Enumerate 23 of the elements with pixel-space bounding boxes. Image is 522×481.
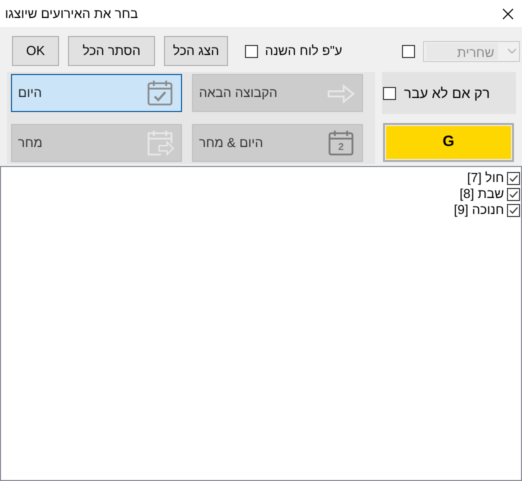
checkbox[interactable] [402, 44, 416, 58]
event-label: חנוכה [9] [454, 201, 504, 220]
chevron-down-icon [507, 48, 518, 54]
checkbox[interactable] [383, 86, 396, 100]
dialog-button[interactable]: הצג הכל [164, 36, 228, 66]
checkbox-label: ע"פ לוח השנה [265, 42, 342, 60]
checkbox-label: רק אם לא עבר [404, 84, 490, 103]
close-icon[interactable] [502, 8, 514, 20]
event-label: שבת [8] [460, 185, 504, 204]
tile-button[interactable]: היום [11, 74, 182, 112]
window-title: בחר את האירועים שיוצגו [5, 4, 138, 23]
g-button[interactable]: G [383, 123, 514, 162]
dialog-button[interactable]: OK [12, 36, 59, 66]
checkbox[interactable] [507, 172, 520, 184]
dialog-button[interactable]: הסתר הכל [68, 36, 155, 66]
checkbox[interactable] [507, 204, 520, 216]
calendar-arrow-icon [145, 128, 175, 158]
tile-button[interactable]: מחר [11, 124, 182, 162]
checkbox[interactable] [245, 44, 258, 58]
checkbox[interactable] [507, 188, 520, 200]
calendar-check-icon [145, 78, 175, 108]
event-label: חול [7] [467, 169, 504, 188]
tile-button[interactable]: הקבוצה הבאה [192, 74, 363, 112]
